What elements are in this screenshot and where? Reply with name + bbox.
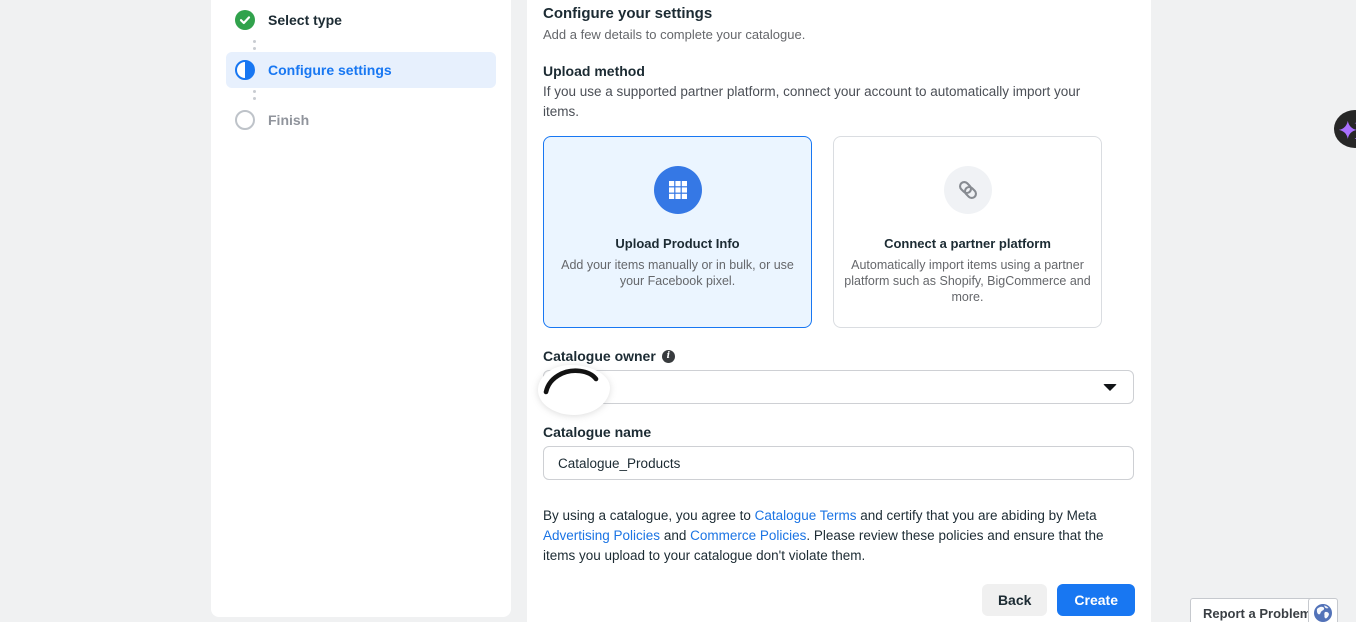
- half-filled-circle-icon: [235, 60, 255, 80]
- step-connector: [253, 40, 496, 50]
- ai-assistant-bubble[interactable]: [1334, 110, 1356, 148]
- catalogue-owner-select[interactable]: [543, 370, 1134, 404]
- redacted-avatar-arc: [542, 366, 608, 396]
- upload-method-description: If you use a supported partner platform,…: [543, 82, 1103, 122]
- configure-settings-panel: Configure your settings Add a few detail…: [527, 0, 1151, 622]
- page-title: Configure your settings: [543, 4, 1135, 24]
- legal-segment: By using a catalogue, you agree to: [543, 508, 755, 523]
- catalogue-name-label: Catalogue name: [543, 423, 651, 441]
- upload-method-options: Upload Product Info Add your items manua…: [543, 136, 1135, 328]
- sparkle-icon: [1337, 111, 1356, 147]
- language-globe-button[interactable]: [1308, 598, 1338, 622]
- chevron-down-icon: [1103, 384, 1117, 391]
- commerce-policies-link[interactable]: Commerce Policies: [690, 528, 806, 543]
- step-select-type[interactable]: Select type: [226, 2, 496, 38]
- step-label: Configure settings: [268, 62, 392, 78]
- catalogue-owner-label: Catalogue owner: [543, 347, 656, 365]
- option-title: Connect a partner platform: [884, 236, 1051, 251]
- step-configure-settings[interactable]: Configure settings: [226, 52, 496, 88]
- globe-icon: [1313, 603, 1333, 622]
- wizard-steps-sidebar: Select type Configure settings Finish: [211, 0, 511, 617]
- empty-circle-icon: [235, 110, 255, 130]
- grid-icon: [654, 166, 702, 214]
- legal-text: By using a catalogue, you agree to Catal…: [543, 506, 1135, 566]
- upload-method-heading: Upload method: [543, 62, 1135, 80]
- step-connector: [253, 90, 496, 100]
- option-connect-partner-platform[interactable]: Connect a partner platform Automatically…: [833, 136, 1102, 328]
- page-subtitle: Add a few details to complete your catal…: [543, 26, 1135, 44]
- step-finish: Finish: [226, 102, 496, 138]
- option-description: Automatically import items using a partn…: [844, 257, 1092, 305]
- wizard-actions: Back Create: [543, 584, 1135, 616]
- link-icon: [944, 166, 992, 214]
- catalogue-name-input[interactable]: [543, 446, 1134, 480]
- check-circle-icon: [235, 10, 255, 30]
- legal-segment: and certify that you are abiding by Meta: [856, 508, 1096, 523]
- info-icon[interactable]: i: [662, 350, 675, 363]
- option-description: Add your items manually or in bulk, or u…: [554, 257, 802, 289]
- catalogue-terms-link[interactable]: Catalogue Terms: [755, 508, 857, 523]
- legal-segment: and: [660, 528, 690, 543]
- report-problem-button[interactable]: Report a Problem: [1190, 598, 1324, 622]
- step-label: Select type: [268, 12, 342, 28]
- option-title: Upload Product Info: [615, 236, 739, 251]
- option-upload-product-info[interactable]: Upload Product Info Add your items manua…: [543, 136, 812, 328]
- step-label: Finish: [268, 112, 309, 128]
- back-button[interactable]: Back: [982, 584, 1047, 616]
- create-button[interactable]: Create: [1057, 584, 1135, 616]
- advertising-policies-link[interactable]: Advertising Policies: [543, 528, 660, 543]
